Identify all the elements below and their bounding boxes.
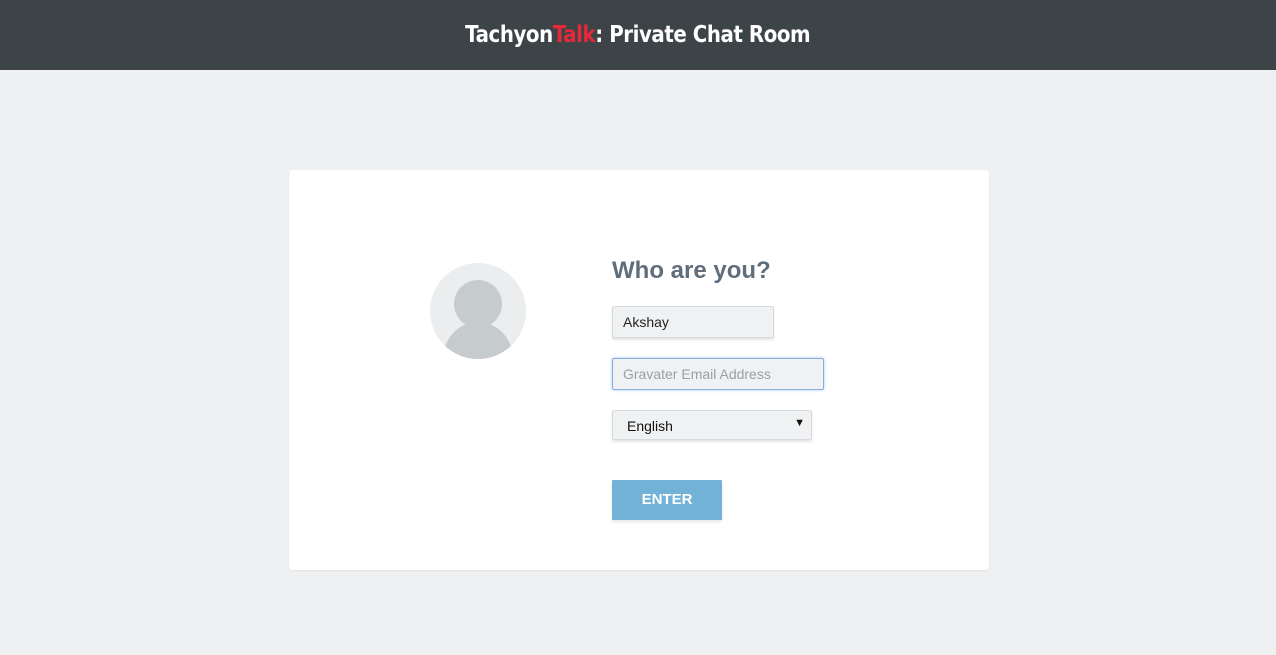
app-title-brand-accent: Talk [553,22,596,48]
dropdown-caret-icon: ▼ [794,417,805,429]
gravatar-email-input[interactable] [612,358,824,390]
app-title-brand: Tachyon [465,22,554,48]
app-title-subtitle: : Private Chat Room [595,22,811,48]
form-title: Who are you? [612,257,771,284]
app-title: TachyonTalk: Private Chat Room [465,22,811,48]
login-form: Who are you? English ▼ ENTER [612,256,824,520]
language-select-value: English [627,418,673,434]
login-card: Who are you? English ▼ ENTER [289,170,989,570]
name-input[interactable] [612,306,774,338]
language-select[interactable]: English ▼ [612,410,812,440]
top-bar: TachyonTalk: Private Chat Room [0,0,1276,70]
default-user-avatar-icon [430,263,526,359]
enter-button[interactable]: ENTER [612,480,722,520]
